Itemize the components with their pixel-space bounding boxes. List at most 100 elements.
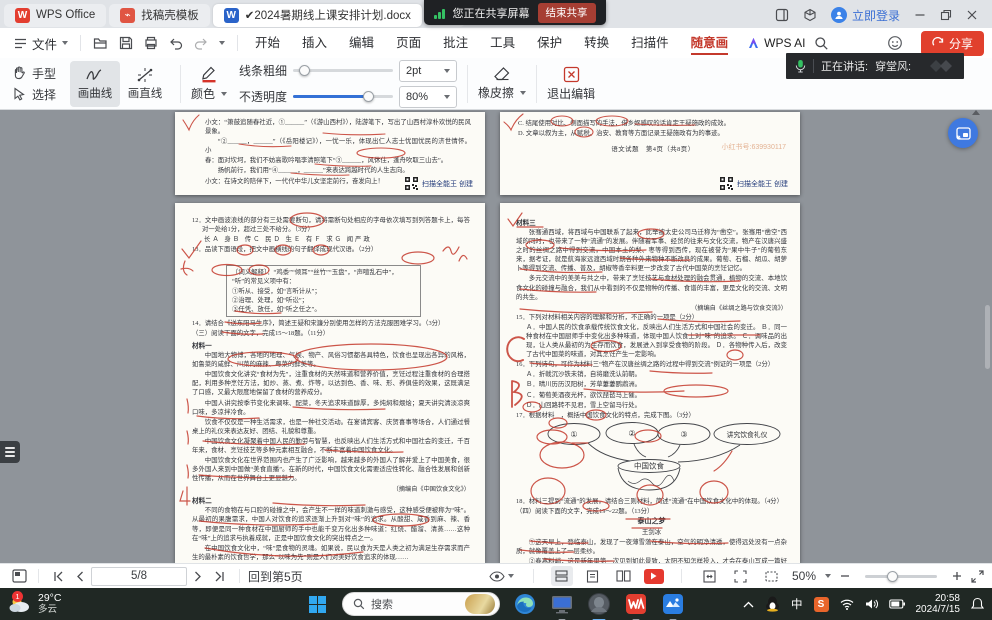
scroll-view-button[interactable] xyxy=(551,566,573,586)
eye-icon[interactable] xyxy=(488,566,516,586)
taskbar-search[interactable]: 搜索 xyxy=(342,592,500,616)
thickness-select[interactable]: 2pt xyxy=(399,60,457,82)
undo-icon[interactable] xyxy=(169,37,183,50)
end-share-button[interactable]: 结束共享 xyxy=(538,3,596,23)
system-tray: 中 S 20:58 2024/7/15 xyxy=(743,593,992,616)
docs-app-icon[interactable] xyxy=(661,592,685,616)
cube-icon[interactable] xyxy=(803,8,817,22)
caret-up-icon[interactable] xyxy=(972,110,980,115)
menu-item-freedraw[interactable]: 随意画 xyxy=(680,28,740,58)
two-page-button[interactable] xyxy=(613,566,635,586)
page-4-left-fragment: 小文：“箫鼓追随春社近，①______”（《游山西村》），陆游笔下，写出了山西村… xyxy=(175,112,485,195)
wps-ai-button[interactable]: WPS AI xyxy=(739,36,813,50)
material-1-label: 材料一 xyxy=(192,340,470,350)
menu-item-insert[interactable]: 插入 xyxy=(291,28,338,58)
color-tool[interactable]: 颜色 xyxy=(191,65,227,102)
print-icon[interactable] xyxy=(144,36,158,50)
speaking-label: 正在讲话: xyxy=(821,58,868,74)
tab-template[interactable]: ⌁ 找稿壳模板 xyxy=(109,4,210,27)
tab-wps-home[interactable]: W WPS Office xyxy=(4,4,106,27)
emoji-icon[interactable] xyxy=(887,35,903,51)
open-icon[interactable] xyxy=(93,36,108,50)
page-indicator[interactable]: 5/8 xyxy=(91,567,187,586)
first-page-button[interactable] xyxy=(47,566,69,586)
zoom-in-button[interactable] xyxy=(952,571,962,581)
eraser-tool[interactable]: 橡皮擦 xyxy=(478,66,526,101)
qr-caption: 扫描全能王 创建 xyxy=(422,179,473,189)
zoom-slider[interactable] xyxy=(865,575,937,578)
menu-item-scan[interactable]: 扫描件 xyxy=(620,28,680,58)
monitor-app-icon[interactable] xyxy=(550,592,574,616)
menu-item-edit[interactable]: 编辑 xyxy=(338,28,385,58)
next-page-button[interactable] xyxy=(187,566,209,586)
zoom-level[interactable]: 50% xyxy=(792,569,816,583)
restore-icon[interactable] xyxy=(940,9,952,21)
doc-line: 扬帆前行，我们用“④______，______”来表达跨越时代的人生志向。 xyxy=(205,166,471,175)
redo-icon[interactable] xyxy=(194,37,208,50)
draw-line-button[interactable]: 画直线 xyxy=(120,61,170,107)
ime-indicator[interactable]: 中 xyxy=(791,596,803,612)
tray-caret-icon[interactable] xyxy=(743,601,754,608)
qq-icon[interactable] xyxy=(765,596,780,612)
vertical-scrollbar[interactable] xyxy=(985,305,990,369)
line-icon xyxy=(135,67,155,83)
wps-logo: W xyxy=(15,8,30,23)
menu-item-tools[interactable]: 工具 xyxy=(479,28,526,58)
save-icon[interactable] xyxy=(119,36,133,50)
hand-tool[interactable]: 手型 xyxy=(12,65,56,82)
play-button[interactable] xyxy=(644,569,664,584)
search-daily-image[interactable] xyxy=(465,594,495,614)
weather-widget[interactable]: 1 29°C 多云 xyxy=(0,593,61,615)
tab-active-docx[interactable]: W ✔2024暑期线上课安排计划.docx xyxy=(213,4,422,27)
fit-width-button[interactable] xyxy=(730,566,752,586)
side-panel-handle[interactable] xyxy=(0,441,20,463)
cursor-icon xyxy=(12,87,26,101)
exit-edit-button[interactable]: 退出编辑 xyxy=(547,66,595,102)
menu-item-start[interactable]: 开始 xyxy=(244,28,291,58)
close-icon[interactable] xyxy=(966,9,978,21)
slider-thumb[interactable] xyxy=(363,91,374,102)
thickness-slider[interactable] xyxy=(293,69,393,72)
wps-app-icon[interactable] xyxy=(624,592,648,616)
fit-region-button[interactable] xyxy=(761,566,783,586)
menu-item-comment[interactable]: 批注 xyxy=(432,28,479,58)
opacity-select[interactable]: 80% xyxy=(399,86,457,108)
bell-icon[interactable] xyxy=(971,597,984,611)
opacity-slider[interactable] xyxy=(293,95,393,98)
chevron-down-icon[interactable] xyxy=(825,574,831,578)
menu-item-convert[interactable]: 转换 xyxy=(573,28,620,58)
login-button[interactable]: 立即登录 xyxy=(831,7,900,24)
wifi-icon[interactable] xyxy=(840,599,854,610)
menu-item-page[interactable]: 页面 xyxy=(385,28,432,58)
last-page-button[interactable] xyxy=(209,566,231,586)
edge-app-icon[interactable] xyxy=(513,592,537,616)
battery-icon[interactable] xyxy=(889,599,905,609)
sidebar-toggle-icon[interactable] xyxy=(775,8,789,22)
minimize-icon[interactable] xyxy=(914,9,926,21)
draw-curve-button[interactable]: 画曲线 xyxy=(70,61,120,107)
document-canvas[interactable]: 小文：“箫鼓追随春社近，①______”（《游山西村》），陆游笔下，写出了山西村… xyxy=(0,110,992,563)
prev-page-button[interactable] xyxy=(69,566,91,586)
file-menu[interactable]: 文件 xyxy=(8,34,74,53)
mic-icon xyxy=(795,59,806,73)
fullscreen-icon[interactable] xyxy=(971,570,984,583)
tab-label: WPS Office xyxy=(36,9,95,21)
search-icon[interactable] xyxy=(814,36,829,51)
back-to-page-button[interactable]: 回到第5页 xyxy=(248,568,303,585)
clock[interactable]: 20:58 2024/7/15 xyxy=(916,593,961,616)
start-button[interactable] xyxy=(305,592,329,616)
floating-pip-button[interactable] xyxy=(948,118,978,148)
chevron-down-icon[interactable] xyxy=(219,41,225,45)
menu-item-protect[interactable]: 保护 xyxy=(526,28,573,58)
sogou-icon[interactable]: S xyxy=(814,597,829,612)
zoom-out-button[interactable] xyxy=(840,571,850,581)
fit-page-button[interactable] xyxy=(699,566,721,586)
single-page-button[interactable] xyxy=(582,566,604,586)
page-view-icon[interactable] xyxy=(8,566,30,586)
meeting-app-icon[interactable] xyxy=(587,592,611,616)
share-button[interactable]: 分享 xyxy=(921,31,984,56)
select-tool[interactable]: 选择 xyxy=(12,86,56,103)
volume-icon[interactable] xyxy=(865,598,878,610)
slider-thumb[interactable] xyxy=(299,65,310,76)
slider-thumb[interactable] xyxy=(887,571,898,582)
